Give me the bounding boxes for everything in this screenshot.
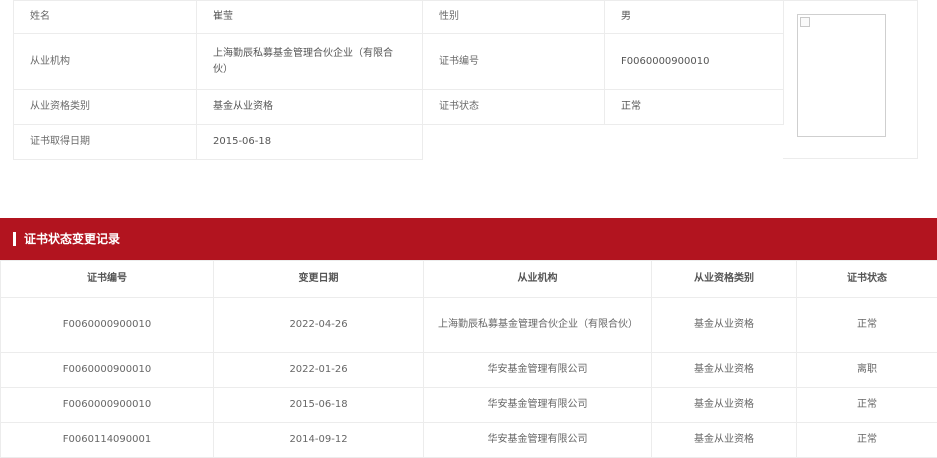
cell-org: 华安基金管理有限公司 [424,353,652,388]
cell-org: 华安基金管理有限公司 [424,388,652,423]
qualification-label: 从业资格类别 [14,90,197,125]
table-row: F0060114090001 2014-09-12 华安基金管理有限公司 基金从… [1,423,937,458]
info-row-org: 从业机构 上海勤辰私募基金管理合伙企业（有限合伙） 证书编号 F00600009… [14,34,784,90]
gender-label: 性别 [423,1,605,34]
cell-cert-no: F0060000900010 [1,298,214,353]
qualification-value: 基金从业资格 [197,90,423,125]
cell-change-date: 2015-06-18 [214,388,424,423]
column-header-cert-no: 证书编号 [1,261,214,298]
cell-status: 离职 [797,353,937,388]
info-row-date: 证书取得日期 2015-06-18 [14,125,784,160]
name-value: 崔莹 [197,1,423,34]
column-header-org: 从业机构 [424,261,652,298]
cell-qualification: 基金从业资格 [652,353,797,388]
cell-cert-no: F0060000900010 [1,388,214,423]
date-value: 2015-06-18 [197,125,423,160]
date-label: 证书取得日期 [14,125,197,160]
broken-image-icon [800,17,810,27]
cell-status: 正常 [797,423,937,458]
cert-no-value: F0060000900010 [605,34,784,90]
org-value: 上海勤辰私募基金管理合伙企业（有限合伙） [197,34,423,90]
status-value: 正常 [605,90,784,125]
table-row: F0060000900010 2015-06-18 华安基金管理有限公司 基金从… [1,388,937,423]
cell-change-date: 2022-04-26 [214,298,424,353]
cell-org: 华安基金管理有限公司 [424,423,652,458]
cell-qualification: 基金从业资格 [652,388,797,423]
section-header: 证书状态变更记录 [0,218,937,260]
person-photo [797,14,886,137]
status-label: 证书状态 [423,90,605,125]
cert-no-label: 证书编号 [423,34,605,90]
cell-qualification: 基金从业资格 [652,423,797,458]
info-row-qualification: 从业资格类别 基金从业资格 证书状态 正常 [14,90,784,125]
status-change-table: 证书编号 变更日期 从业机构 从业资格类别 证书状态 F006000090001… [0,260,937,458]
cell-status: 正常 [797,388,937,423]
table-row: F0060000900010 2022-04-26 上海勤辰私募基金管理合伙企业… [1,298,937,353]
org-label: 从业机构 [14,34,197,90]
cell-cert-no: F0060000900010 [1,353,214,388]
cell-qualification: 基金从业资格 [652,298,797,353]
gender-value: 男 [605,1,784,34]
column-header-status: 证书状态 [797,261,937,298]
cell-change-date: 2022-01-26 [214,353,424,388]
table-header-row: 证书编号 变更日期 从业机构 从业资格类别 证书状态 [1,261,937,298]
certificate-info-table: 姓名 崔莹 性别 男 从业机构 上海勤辰私募基金管理合伙企业（有限合伙） 证书编… [13,0,784,160]
column-header-qualification: 从业资格类别 [652,261,797,298]
section-bar-icon [13,232,16,246]
cell-org: 上海勤辰私募基金管理合伙企业（有限合伙） [424,298,652,353]
column-header-change-date: 变更日期 [214,261,424,298]
table-row: F0060000900010 2022-01-26 华安基金管理有限公司 基金从… [1,353,937,388]
cell-status: 正常 [797,298,937,353]
info-row-name: 姓名 崔莹 性别 男 [14,1,784,34]
cell-cert-no: F0060114090001 [1,423,214,458]
name-label: 姓名 [14,1,197,34]
cell-change-date: 2014-09-12 [214,423,424,458]
photo-panel [783,0,918,159]
section-title: 证书状态变更记录 [24,230,120,248]
